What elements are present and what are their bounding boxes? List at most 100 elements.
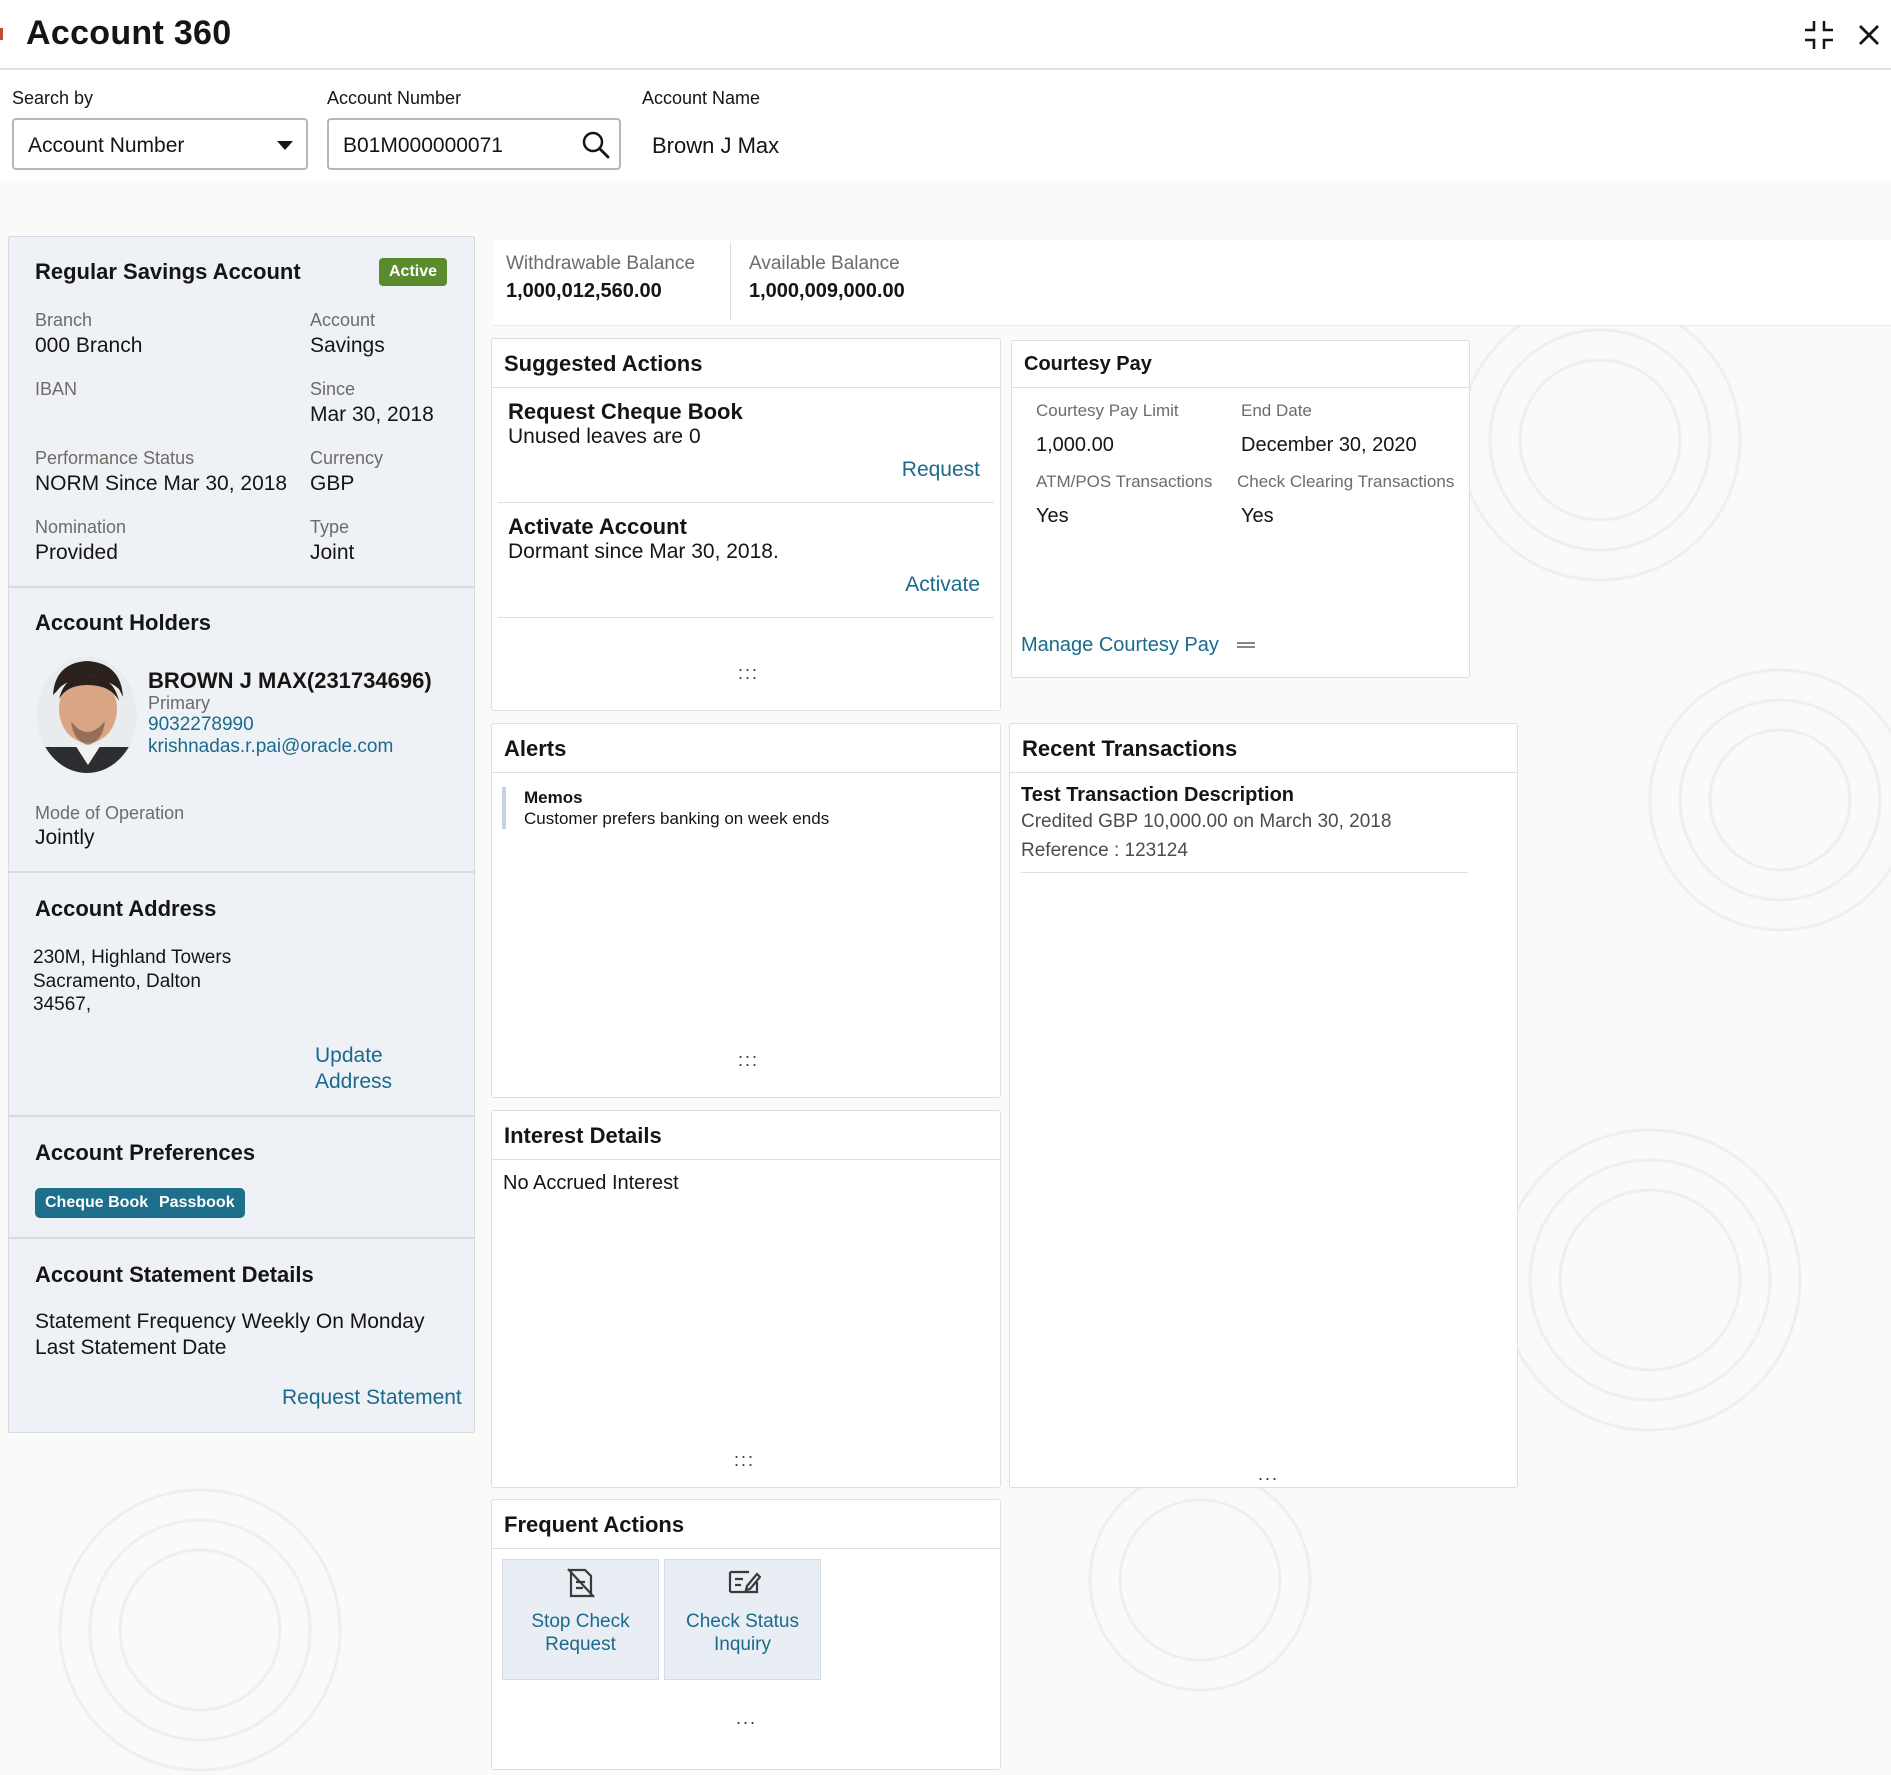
check-status-icon bbox=[728, 1570, 761, 1594]
address-line-3: 34567, bbox=[33, 994, 92, 1015]
request-cheque-book-desc: Unused leaves are 0 bbox=[508, 425, 701, 448]
search-by-value: Account Number bbox=[28, 134, 185, 157]
courtesy-pay-card: Courtesy Pay Courtesy Pay Limit 1,000.00… bbox=[1011, 340, 1470, 678]
currency-label: Currency bbox=[310, 448, 384, 468]
since-value: Mar 30, 2018 bbox=[310, 403, 434, 426]
collapse-icon[interactable] bbox=[1802, 18, 1836, 52]
stop-check-request-tile[interactable]: Stop Check Request bbox=[502, 1559, 659, 1680]
frequent-actions-title: Frequent Actions bbox=[504, 1512, 685, 1537]
request-cheque-book-title: Request Cheque Book bbox=[508, 399, 743, 424]
divider bbox=[9, 1237, 474, 1239]
more-handle[interactable]: ... bbox=[1258, 1464, 1279, 1485]
check-status-inquiry-tile[interactable]: Check Status Inquiry bbox=[664, 1559, 821, 1680]
chevron-down-icon bbox=[277, 141, 293, 150]
since-label: Since bbox=[310, 379, 356, 399]
activate-button[interactable]: Activate bbox=[905, 573, 980, 597]
divider bbox=[9, 871, 474, 873]
divider bbox=[9, 1115, 474, 1117]
nomination-label: Nomination bbox=[35, 517, 127, 537]
transaction-reference: Reference : 123124 bbox=[1021, 840, 1188, 861]
account-statement-title: Account Statement Details bbox=[35, 1262, 314, 1287]
check-clearing-value: Yes bbox=[1241, 505, 1274, 527]
close-icon[interactable] bbox=[1854, 20, 1884, 50]
alerts-card: Alerts Memos Customer prefers banking on… bbox=[491, 723, 1001, 1098]
activate-account-desc: Dormant since Mar 30, 2018. bbox=[508, 540, 779, 563]
courtesy-pay-title: Courtesy Pay bbox=[1024, 353, 1152, 375]
account-value: Savings bbox=[310, 334, 385, 357]
preference-chip-passbook: Passbook bbox=[149, 1188, 245, 1218]
request-button[interactable]: Request bbox=[902, 458, 980, 482]
frequent-actions-card: Frequent Actions Stop Check Request Chec… bbox=[491, 1499, 1001, 1770]
withdrawable-balance-label: Withdrawable Balance bbox=[506, 253, 696, 274]
stop-check-line-1: Stop Check bbox=[531, 1611, 630, 1632]
account-number-value: B01M000000071 bbox=[343, 134, 503, 157]
address-line-2: Sacramento, Dalton bbox=[33, 971, 201, 992]
memo-accent bbox=[502, 787, 506, 829]
transaction-line-1: Credited GBP 10,000.00 on March 30, 2018 bbox=[1021, 811, 1392, 832]
account-holders-title: Account Holders bbox=[35, 610, 212, 635]
nomination-value: Provided bbox=[35, 541, 118, 564]
stop-check-icon bbox=[567, 1568, 595, 1598]
withdrawable-balance-value: 1,000,012,560.00 bbox=[506, 280, 662, 302]
more-handle[interactable]: ::: bbox=[738, 663, 759, 684]
holder-email-link[interactable]: krishnadas.r.pai@oracle.com bbox=[148, 736, 393, 758]
preference-chip-cheque-book: Cheque Book bbox=[35, 1188, 159, 1218]
last-statement-date: Last Statement Date bbox=[35, 1336, 227, 1359]
end-date-label: End Date bbox=[1241, 401, 1312, 420]
request-statement-link[interactable]: Request Statement bbox=[282, 1386, 462, 1410]
suggested-actions-title: Suggested Actions bbox=[504, 351, 703, 376]
performance-status-value: NORM Since Mar 30, 2018 bbox=[35, 472, 288, 495]
manage-courtesy-pay-link[interactable]: Manage Courtesy Pay bbox=[1021, 634, 1219, 657]
courtesy-pay-limit-label: Courtesy Pay Limit bbox=[1036, 401, 1179, 420]
balance-divider bbox=[730, 242, 731, 320]
drag-handle-icon[interactable] bbox=[1237, 642, 1255, 648]
transaction-title: Test Transaction Description bbox=[1021, 784, 1295, 806]
check-status-line-1: Check Status bbox=[686, 1611, 799, 1632]
courtesy-pay-limit-value: 1,000.00 bbox=[1036, 434, 1114, 456]
atm-pos-value: Yes bbox=[1036, 505, 1069, 527]
search-icon[interactable] bbox=[581, 130, 611, 160]
holder-name: BROWN J MAX(231734696) bbox=[148, 668, 432, 693]
account-number-input[interactable]: B01M000000071 bbox=[327, 118, 621, 170]
recent-transactions-card: Recent Transactions Test Transaction Des… bbox=[1009, 723, 1518, 1488]
branch-label: Branch bbox=[35, 310, 93, 330]
account-name-value: Brown J Max bbox=[652, 133, 780, 158]
more-handle[interactable]: ::: bbox=[734, 1450, 755, 1471]
account-type-title: Regular Savings Account bbox=[35, 259, 301, 284]
atm-pos-label: ATM/POS Transactions bbox=[1036, 472, 1213, 491]
account-address-title: Account Address bbox=[35, 896, 217, 921]
divider bbox=[498, 617, 994, 618]
memo-title: Memos bbox=[524, 788, 583, 807]
mode-of-operation-value: Jointly bbox=[35, 826, 95, 849]
available-balance-value: 1,000,009,000.00 bbox=[749, 280, 905, 302]
balance-bar bbox=[493, 240, 1891, 326]
available-balance-label: Available Balance bbox=[749, 253, 900, 274]
account-name-label: Account Name bbox=[642, 88, 761, 108]
account-preferences-title: Account Preferences bbox=[35, 1140, 256, 1165]
search-by-select[interactable]: Account Number bbox=[12, 118, 308, 170]
account-number-label: Account Number bbox=[327, 88, 462, 108]
activate-account-title: Activate Account bbox=[508, 514, 687, 539]
more-handle[interactable]: ::: bbox=[738, 1050, 759, 1071]
divider bbox=[498, 502, 994, 503]
currency-value: GBP bbox=[310, 472, 355, 495]
divider bbox=[1021, 872, 1468, 873]
check-clearing-label: Check Clearing Transactions bbox=[1237, 472, 1455, 491]
address-line-1: 230M, Highland Towers bbox=[33, 947, 232, 968]
status-badge: Active bbox=[379, 258, 448, 286]
divider bbox=[9, 586, 474, 588]
interest-text: No Accrued Interest bbox=[503, 1172, 679, 1194]
account-label: Account bbox=[310, 310, 376, 330]
app-header bbox=[0, 0, 1891, 70]
update-address-line-1: Update bbox=[315, 1044, 383, 1067]
mode-of-operation-label: Mode of Operation bbox=[35, 803, 185, 823]
more-handle[interactable]: ... bbox=[736, 1708, 757, 1729]
header-accent bbox=[0, 28, 3, 40]
iban-label: IBAN bbox=[35, 379, 78, 399]
update-address-link[interactable]: Update Address bbox=[315, 1043, 392, 1095]
avatar bbox=[35, 655, 139, 775]
statement-frequency: Statement Frequency Weekly On Monday bbox=[35, 1310, 425, 1333]
holder-phone-link[interactable]: 9032278990 bbox=[148, 714, 254, 736]
check-status-line-2: Inquiry bbox=[713, 1634, 772, 1655]
holder-role: Primary bbox=[148, 693, 210, 713]
